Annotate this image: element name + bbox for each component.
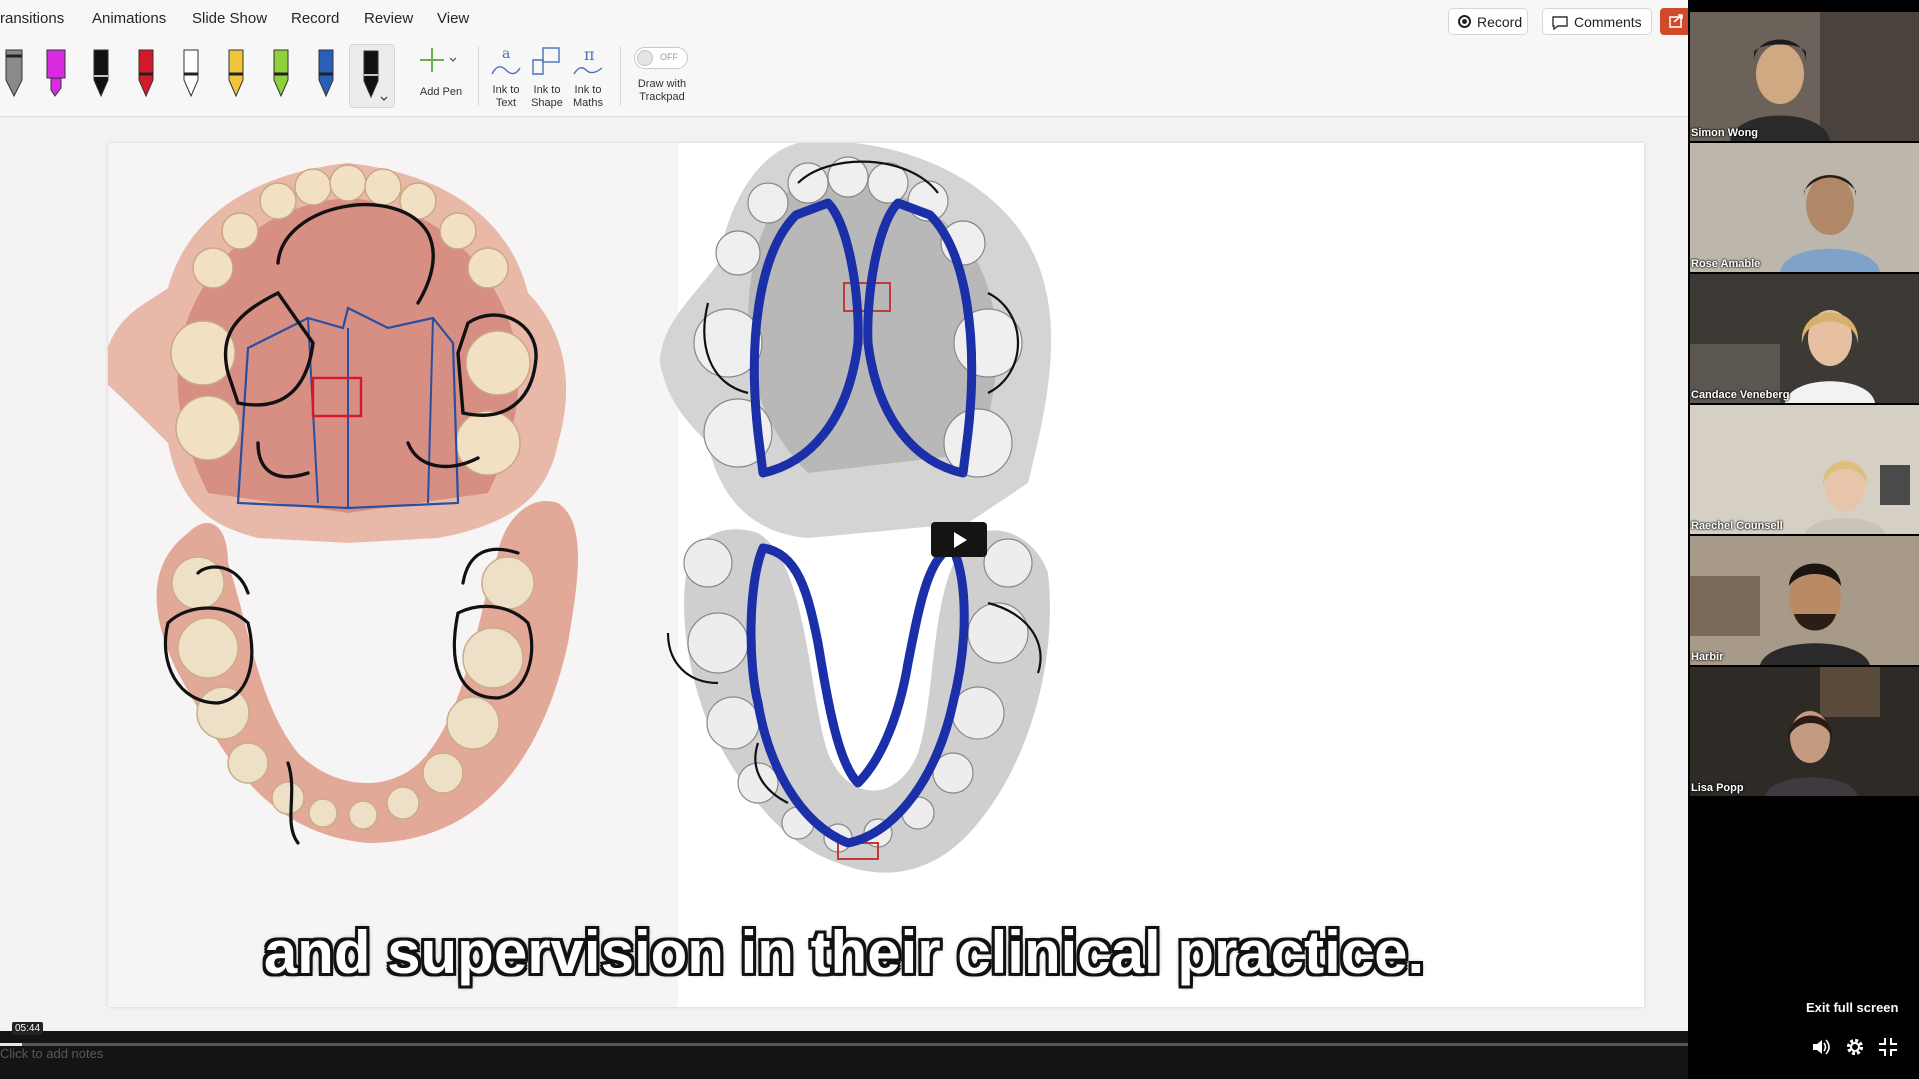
participant-video [1690,667,1919,796]
plus-icon [420,48,457,72]
participant-name: Candace Veneberg [1691,389,1790,401]
participant-name: Rose Amable [1691,258,1761,270]
ink-to-shape-icon [532,47,560,75]
ink-to-text-label-line1: Ink to [492,84,520,96]
highlighter-magenta-icon[interactable] [39,46,73,102]
comments-button-label: Comments [1574,14,1642,30]
record-icon [1458,15,1471,28]
pen-black-icon[interactable] [84,46,118,102]
subtitle-caption: and supervision in their clinical practi… [263,919,1425,986]
ink-to-text-icon: a [491,46,521,75]
draw-trackpad-label-line1: Draw with [637,78,687,90]
comments-button[interactable]: Comments [1542,8,1652,35]
divider [478,46,479,106]
record-button-label: Record [1477,14,1523,30]
participant-video [1690,12,1919,141]
exit-fullscreen-icon[interactable] [1877,1036,1899,1058]
pen-green-icon[interactable] [264,46,298,102]
play-button[interactable] [931,522,987,557]
add-pen-button[interactable]: Add Pen [412,44,470,104]
pen-blue-icon[interactable] [309,46,343,102]
ink-to-text-button[interactable]: a Ink to Text [486,44,526,110]
divider [620,46,621,106]
share-icon [1669,14,1683,28]
upper-arch-image [108,163,567,543]
ink-to-maths-label-line2: Maths [573,97,603,109]
tab-view[interactable]: View [437,10,469,27]
notes-placeholder[interactable]: Click to add notes [0,1046,103,1061]
participant-tile[interactable]: Harbir [1690,536,1919,665]
upper-arch-scan [660,143,1052,538]
tab-animations[interactable]: Animations [92,10,166,27]
slide-canvas[interactable] [108,143,1644,1007]
powerpoint-window: ransitions Animations Slide Show Record … [0,0,1688,1079]
participant-video [1690,536,1919,665]
ink-to-shape-label-line2: Shape [531,97,563,109]
participant-tile[interactable]: Simon Wong [1690,12,1919,141]
tab-transitions[interactable]: ransitions [0,10,64,27]
draw-ribbon: Add Pen a Ink to Text Ink to Shape π Ink… [0,40,1688,117]
participant-tile[interactable]: Raechel Counsell [1690,405,1919,534]
tab-review[interactable]: Review [364,10,413,27]
add-pen-label: Add Pen [419,86,463,98]
toggle-state-label: OFF [660,52,678,62]
participant-name: Lisa Popp [1691,782,1744,794]
participant-name: Harbir [1691,651,1724,663]
draw-with-trackpad-toggle[interactable]: OFF [634,47,688,69]
tab-slide-show[interactable]: Slide Show [192,10,267,27]
pen-white-icon[interactable] [174,46,208,102]
draw-trackpad-label-line2: Trackpad [639,91,685,103]
comment-icon [1552,16,1568,31]
progress-fill [0,1043,22,1046]
lower-arch-scan [666,529,1050,873]
participant-video [1690,405,1919,534]
pen-red-icon[interactable] [129,46,163,102]
ink-to-maths-label-line1: Ink to [574,84,602,96]
ink-to-shape-button[interactable]: Ink to Shape [527,44,567,110]
ink-to-maths-button[interactable]: π Ink to Maths [568,44,608,110]
pencil-gray-icon[interactable] [0,46,30,102]
playback-time: 05:44 [12,1022,44,1035]
ribbon-tab-bar: ransitions Animations Slide Show Record … [0,0,1688,40]
ink-to-maths-icon: π [573,45,603,75]
participant-video [1690,274,1919,403]
pen-black-selected[interactable] [349,44,395,108]
participants-sidebar: Simon Wong Rose Amable Candace Veneberg … [1688,0,1919,1079]
svg-text:π: π [584,45,595,64]
volume-icon[interactable] [1810,1036,1832,1058]
participant-video [1690,143,1919,272]
toggle-knob [637,50,653,66]
video-control-bar [0,1031,1688,1079]
participant-tile[interactable]: Candace Veneberg [1690,274,1919,403]
pen-black-selected-icon [363,50,388,101]
gear-icon[interactable] [1844,1036,1866,1058]
participant-name: Simon Wong [1691,127,1759,139]
record-button[interactable]: Record [1448,8,1528,35]
ink-to-shape-label-line1: Ink to [533,84,561,96]
svg-text:a: a [502,46,510,62]
lower-arch-image [156,501,579,845]
ink-to-text-label-line2: Text [495,97,517,109]
participant-name: Raechel Counsell [1691,520,1783,532]
tab-record[interactable]: Record [291,10,339,27]
progress-track[interactable] [0,1043,1800,1046]
exit-fullscreen-button[interactable]: Exit full screen [1806,1000,1898,1015]
share-button[interactable] [1660,8,1688,35]
slide-artwork [108,143,1052,873]
pen-yellow-icon[interactable] [219,46,253,102]
participant-tile[interactable]: Rose Amable [1690,143,1919,272]
participant-tile[interactable]: Lisa Popp [1690,667,1919,796]
